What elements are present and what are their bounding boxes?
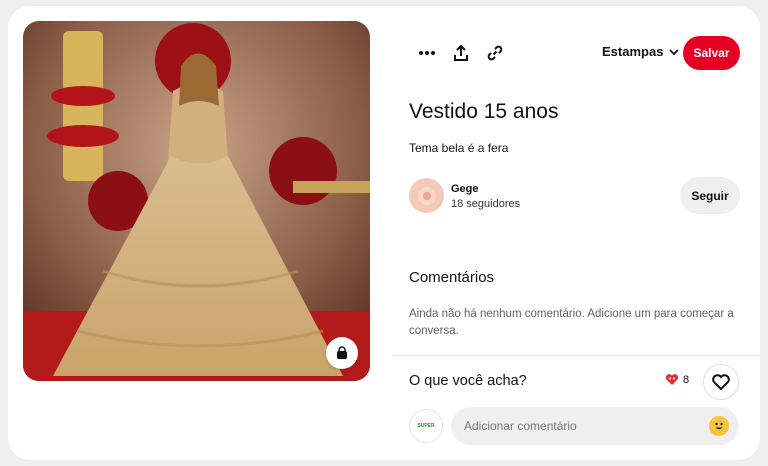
creator-section: Gege 18 seguidores Seguir: [409, 177, 740, 215]
smiley-face-icon: [715, 422, 723, 430]
heart-outline-icon: [712, 374, 730, 390]
comments-heading: Comentários: [409, 269, 495, 286]
save-button[interactable]: Salvar: [683, 36, 740, 70]
chevron-down-icon: [669, 48, 680, 55]
react-button[interactable]: [703, 364, 739, 400]
pin-image[interactable]: [23, 21, 370, 381]
pin-description: Tema bela é a fera: [409, 141, 509, 155]
pin-toolbar: Estampas Salvar: [410, 36, 740, 70]
comments-empty-message: Ainda não há nenhum comentário. Adicione…: [409, 308, 734, 337]
comment-prompt: O que você acha?: [409, 373, 527, 389]
upload-share-icon: [454, 45, 468, 61]
avatar-image: [417, 186, 436, 205]
emoji-button[interactable]: [709, 416, 729, 436]
creator-name[interactable]: Gege: [451, 183, 479, 195]
more-options-button[interactable]: [410, 36, 444, 70]
share-button[interactable]: [444, 36, 478, 70]
shopping-bag-icon: [337, 346, 347, 359]
more-options-icon: [419, 51, 435, 55]
creator-followers: 18 seguidores: [451, 198, 521, 210]
copy-link-button[interactable]: [478, 36, 512, 70]
board-dropdown[interactable]: Estampas: [602, 44, 680, 59]
reaction-count-value: 8: [683, 373, 690, 386]
creator-avatar[interactable]: [409, 178, 444, 213]
shop-bag-button[interactable]: [326, 337, 358, 369]
follow-button[interactable]: Seguir: [680, 177, 740, 214]
comment-input[interactable]: [451, 407, 739, 445]
footer-divider: [392, 355, 760, 356]
board-name: Estampas: [602, 44, 664, 59]
pin-title: Vestido 15 anos: [409, 100, 559, 123]
heart-reaction-icon: [665, 374, 679, 385]
current-user-avatar: SUPER: [409, 409, 443, 443]
link-icon: [487, 45, 503, 61]
dress-photo: [23, 21, 370, 381]
user-avatar-logo-text: SUPER: [417, 423, 435, 429]
reaction-count[interactable]: 8: [665, 373, 689, 386]
